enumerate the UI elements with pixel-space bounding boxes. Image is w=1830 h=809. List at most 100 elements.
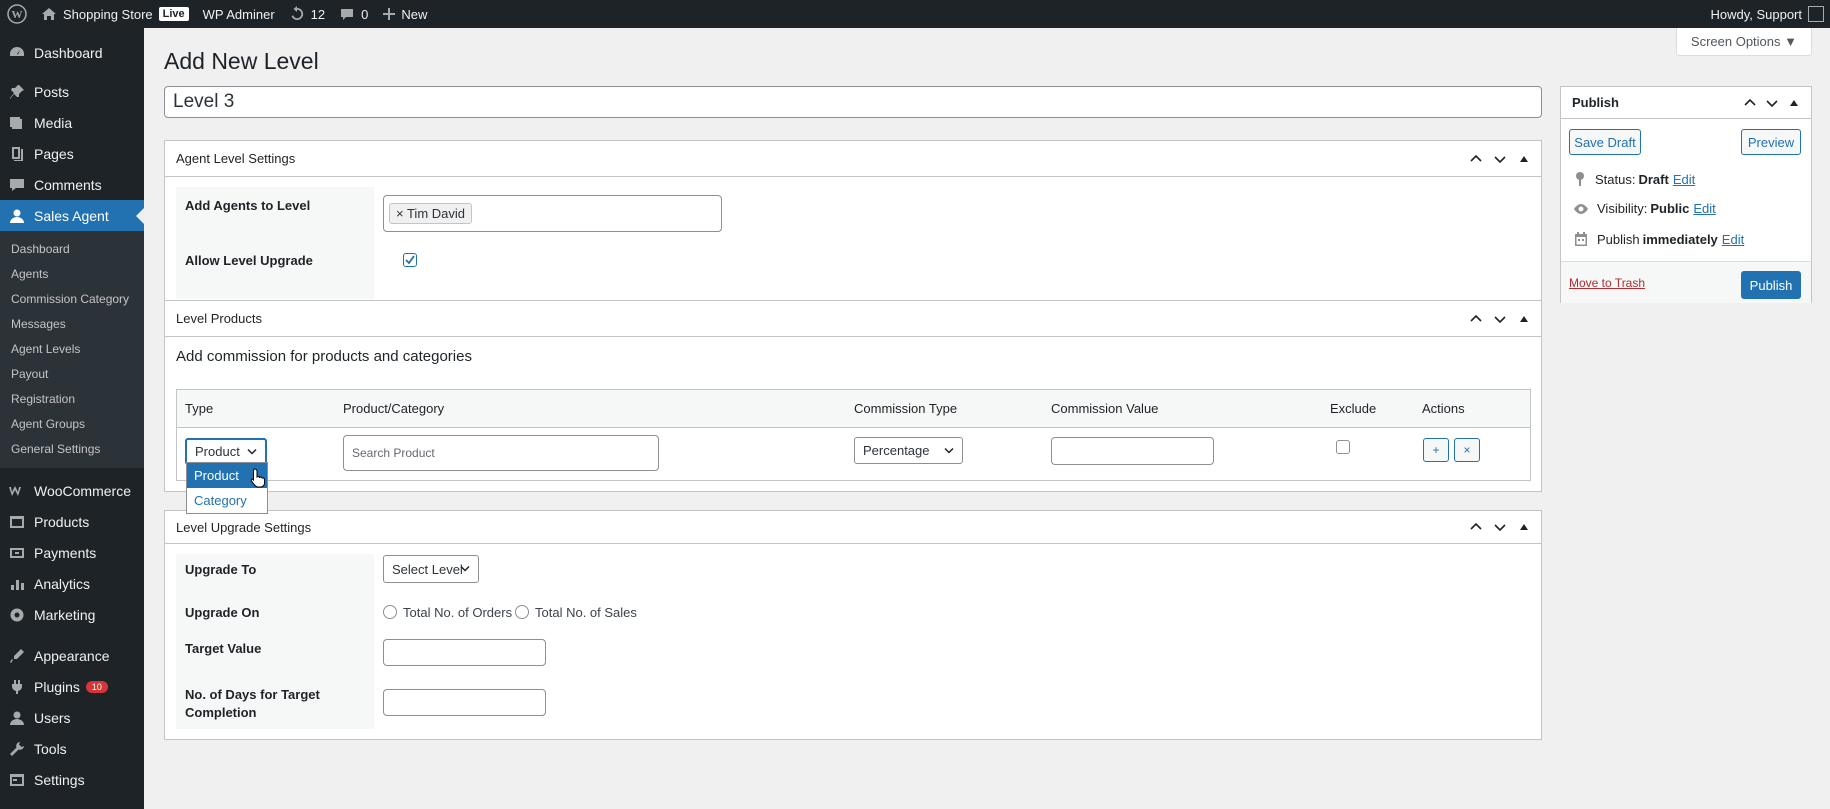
menu-plugins[interactable]: Plugins 10	[0, 671, 144, 702]
radio-total-sales[interactable]	[515, 605, 529, 619]
chevron-up-icon[interactable]	[1469, 312, 1483, 326]
submenu-messages[interactable]: Messages	[0, 312, 144, 337]
wordpress-logo-icon[interactable]: W	[0, 0, 34, 28]
move-to-trash-link[interactable]: Move to Trash	[1569, 276, 1645, 290]
postbox-title: Agent Level Settings	[176, 151, 296, 166]
chevron-down-icon[interactable]	[1493, 152, 1507, 166]
upgrade-on-label: Upgrade On	[185, 605, 260, 620]
menu-pages[interactable]: Pages	[0, 138, 144, 169]
new-content-link[interactable]: New	[375, 0, 434, 28]
commission-type-select[interactable]: Percentage	[854, 437, 963, 464]
submenu-agent-groups[interactable]: Agent Groups	[0, 412, 144, 437]
chevron-down-icon[interactable]	[1765, 96, 1779, 110]
menu-products[interactable]: Products	[0, 506, 144, 537]
col-commission-type: Commission Type	[854, 401, 958, 416]
level-title-input[interactable]: Level 3	[164, 86, 1542, 118]
menu-payments[interactable]: Payments	[0, 537, 144, 568]
menu-dashboard[interactable]: Dashboard	[0, 37, 144, 68]
menu-label: Sales Agent	[34, 207, 109, 224]
collapse-triangle-icon[interactable]	[1787, 96, 1801, 110]
agents-multiselect[interactable]: × Tim David	[383, 195, 722, 232]
menu-woocommerce[interactable]: WooCommerce	[0, 475, 144, 506]
submenu-payout[interactable]: Payout	[0, 362, 144, 387]
menu-media[interactable]: Media	[0, 107, 144, 138]
radio-total-orders[interactable]	[383, 605, 397, 619]
menu-analytics[interactable]: Analytics	[0, 568, 144, 599]
upgrade-to-select[interactable]: Select Level	[383, 555, 479, 583]
menu-appearance[interactable]: Appearance	[0, 640, 144, 671]
submenu-commission-category[interactable]: Commission Category	[0, 287, 144, 312]
updates-count: 12	[310, 6, 326, 22]
chevron-down-icon[interactable]	[1493, 312, 1507, 326]
allow-upgrade-label: Allow Level Upgrade	[185, 253, 313, 268]
dashboard-icon	[8, 44, 26, 62]
radio-total-sales-label: Total No. of Sales	[535, 605, 637, 620]
menu-posts[interactable]: Posts	[0, 76, 144, 107]
live-badge: Live	[158, 7, 189, 21]
allow-upgrade-checkbox[interactable]	[403, 253, 417, 267]
submenu-registration[interactable]: Registration	[0, 387, 144, 412]
chevron-down-icon[interactable]	[1493, 520, 1507, 534]
pages-icon	[8, 145, 26, 163]
menu-label: Tools	[34, 740, 67, 757]
status-label: Status:	[1595, 171, 1636, 187]
edit-publish-time-link[interactable]: Edit	[1722, 232, 1744, 247]
submenu-agent-levels[interactable]: Agent Levels	[0, 337, 144, 362]
postbox-header: Level Products	[165, 301, 1541, 337]
edit-status-link[interactable]: Edit	[1673, 172, 1695, 187]
submenu-general-settings[interactable]: General Settings	[0, 437, 144, 462]
chevron-up-icon[interactable]	[1469, 520, 1483, 534]
collapse-triangle-icon[interactable]	[1517, 312, 1531, 326]
menu-label: Plugins	[34, 678, 80, 695]
type-select-value: Product	[195, 444, 240, 459]
admin-bar: W Shopping Store Live WP Adminer 12 0 Ne…	[0, 0, 1830, 28]
chevron-up-icon[interactable]	[1743, 96, 1757, 110]
publish-time-label: Publish	[1597, 231, 1640, 247]
col-exclude: Exclude	[1330, 401, 1377, 416]
remove-row-button[interactable]: ×	[1454, 438, 1480, 462]
menu-marketing[interactable]: Marketing	[0, 599, 144, 630]
collapse-triangle-icon[interactable]	[1517, 152, 1531, 166]
wrench-icon	[8, 740, 26, 758]
menu-users[interactable]: Users	[0, 702, 144, 733]
exclude-checkbox[interactable]	[1336, 440, 1350, 454]
target-days-input[interactable]	[383, 689, 546, 716]
agent-tag[interactable]: × Tim David	[389, 203, 472, 224]
updates-link[interactable]: 12	[282, 0, 332, 28]
col-commission-value: Commission Value	[1051, 401, 1159, 416]
publish-button[interactable]: Publish	[1741, 271, 1801, 299]
submenu-agents[interactable]: Agents	[0, 262, 144, 287]
chevron-up-icon[interactable]	[1469, 152, 1483, 166]
target-value-input[interactable]	[383, 639, 546, 666]
save-draft-button[interactable]: Save Draft	[1569, 129, 1641, 155]
commission-value-input[interactable]	[1051, 437, 1214, 465]
admin-name-link[interactable]: WP Adminer	[196, 0, 282, 28]
menu-tools[interactable]: Tools	[0, 733, 144, 764]
add-row-button[interactable]: +	[1423, 438, 1449, 462]
menu-label: Marketing	[34, 606, 96, 623]
comments-link[interactable]: 0	[332, 0, 375, 28]
menu-label: Media	[34, 114, 73, 131]
preview-button[interactable]: Preview	[1741, 129, 1801, 155]
submenu-dashboard[interactable]: Dashboard	[0, 237, 144, 262]
menu-settings[interactable]: Settings	[0, 764, 144, 795]
main-content: Screen Options ▼ Add New Level Level 3 A…	[144, 28, 1830, 809]
product-search-input[interactable]: Search Product	[343, 435, 659, 471]
commission-type-value: Percentage	[863, 443, 930, 458]
menu-label: Appearance	[34, 647, 110, 664]
screen-options-button[interactable]: Screen Options ▼	[1675, 28, 1812, 56]
type-option-category[interactable]: Category	[187, 488, 267, 513]
sales-agent-submenu: Dashboard Agents Commission Category Mes…	[0, 231, 144, 468]
eye-icon	[1573, 202, 1597, 216]
admin-sidebar: Dashboard Posts Media Pages Comments Sal…	[0, 28, 144, 809]
type-select[interactable]: Product	[185, 438, 267, 465]
status-row: Status: Draft Edit	[1573, 171, 1695, 187]
edit-visibility-link[interactable]: Edit	[1693, 201, 1715, 216]
site-name-link[interactable]: Shopping Store Live	[34, 0, 196, 28]
menu-comments[interactable]: Comments	[0, 169, 144, 200]
appearance-icon	[8, 647, 26, 665]
collapse-triangle-icon[interactable]	[1517, 520, 1531, 534]
account-menu[interactable]: Howdy, Support	[1703, 0, 1830, 28]
site-name: Shopping Store	[63, 6, 153, 22]
menu-sales-agent[interactable]: Sales Agent	[0, 200, 144, 231]
